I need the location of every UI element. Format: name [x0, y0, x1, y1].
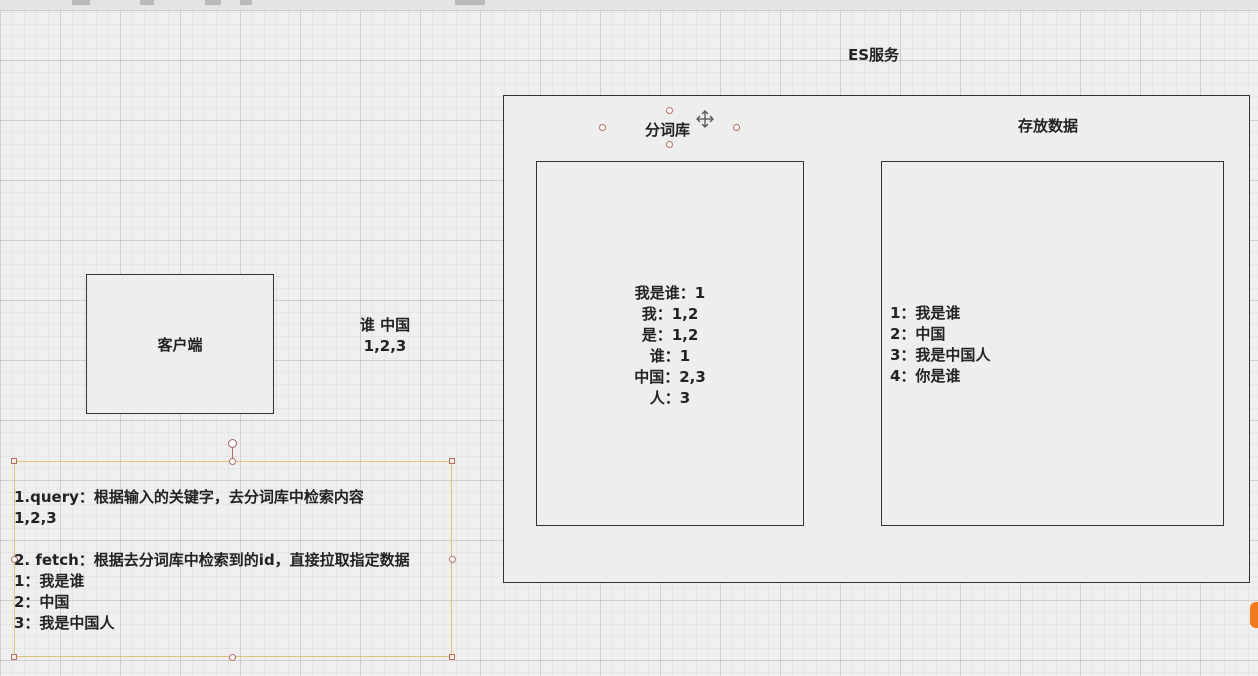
- tokenizer-entry: 中国：2,3: [634, 368, 706, 386]
- tokenizer-entry-list: 我是谁：1 我：1,2 是：1,2 谁：1 中国：2,3 人：3: [536, 283, 804, 409]
- toolbar-button-fragment[interactable]: [455, 0, 485, 5]
- resize-handle-right[interactable]: [449, 556, 456, 563]
- resize-handle-top-right[interactable]: [449, 458, 455, 464]
- query-terms-line: 谁 中国: [359, 316, 411, 334]
- toolbar-strip: [0, 0, 1258, 11]
- tokenizer-entry: 我：1,2: [641, 305, 699, 323]
- tokenizer-entry: 是：1,2: [641, 326, 699, 344]
- toolbar-button-fragment[interactable]: [240, 0, 252, 5]
- query-terms-line: 1,2,3: [363, 337, 407, 355]
- toolbar-button-fragment[interactable]: [205, 0, 221, 5]
- storage-entry: 2：中国: [890, 325, 946, 343]
- toolbar-button-fragment[interactable]: [72, 0, 90, 5]
- tokenizer-entry: 人：3: [649, 389, 691, 407]
- resize-handle-bottom[interactable]: [666, 141, 673, 148]
- storage-entry: 3：我是中国人: [890, 346, 991, 364]
- notes-line: [14, 529, 410, 550]
- notes-line: 1：我是谁: [14, 572, 85, 590]
- notes-line: 1,2,3: [14, 509, 57, 527]
- notes-line: 1.query：根据输入的关键字，去分词库中检索内容: [14, 488, 364, 506]
- query-terms: 谁 中国 1,2,3: [345, 315, 425, 357]
- client-label: 客户端: [157, 335, 203, 354]
- resize-handle-right[interactable]: [733, 124, 740, 131]
- side-tab-marker[interactable]: [1250, 602, 1258, 628]
- es-service-title: ES服务: [848, 46, 900, 64]
- resize-handle-bottom-left[interactable]: [11, 654, 17, 660]
- resize-handle-top-left[interactable]: [11, 458, 17, 464]
- resize-handle-bottom[interactable]: [229, 654, 236, 661]
- toolbar-button-fragment[interactable]: [140, 0, 154, 5]
- tokenizer-title[interactable]: 分词库: [645, 119, 690, 140]
- storage-entry-list: 1：我是谁 2：中国 3：我是中国人 4：你是谁: [890, 303, 990, 387]
- resize-handle-top[interactable]: [666, 107, 673, 114]
- notes-line: 2：中国: [14, 593, 70, 611]
- notes-line: 3：我是中国人: [14, 614, 115, 632]
- client-box[interactable]: 客户端: [86, 274, 274, 414]
- tokenizer-entry: 我是谁：1: [634, 284, 706, 302]
- storage-entry: 1：我是谁: [890, 304, 961, 322]
- move-cursor-icon: [696, 110, 714, 128]
- storage-title: 存放数据: [1018, 117, 1079, 135]
- resize-handle-top[interactable]: [229, 458, 236, 465]
- notes-text[interactable]: 1.query：根据输入的关键字，去分词库中检索内容 1,2,3 2. fetc…: [14, 487, 410, 634]
- notes-line: 2. fetch：根据去分词库中检索到的id，直接拉取指定数据: [14, 551, 410, 569]
- resize-handle-bottom-right[interactable]: [449, 654, 455, 660]
- tokenizer-entry: 谁：1: [649, 347, 691, 365]
- resize-handle-left[interactable]: [599, 124, 606, 131]
- rotate-handle[interactable]: [228, 439, 237, 448]
- storage-entry: 4：你是谁: [890, 367, 961, 385]
